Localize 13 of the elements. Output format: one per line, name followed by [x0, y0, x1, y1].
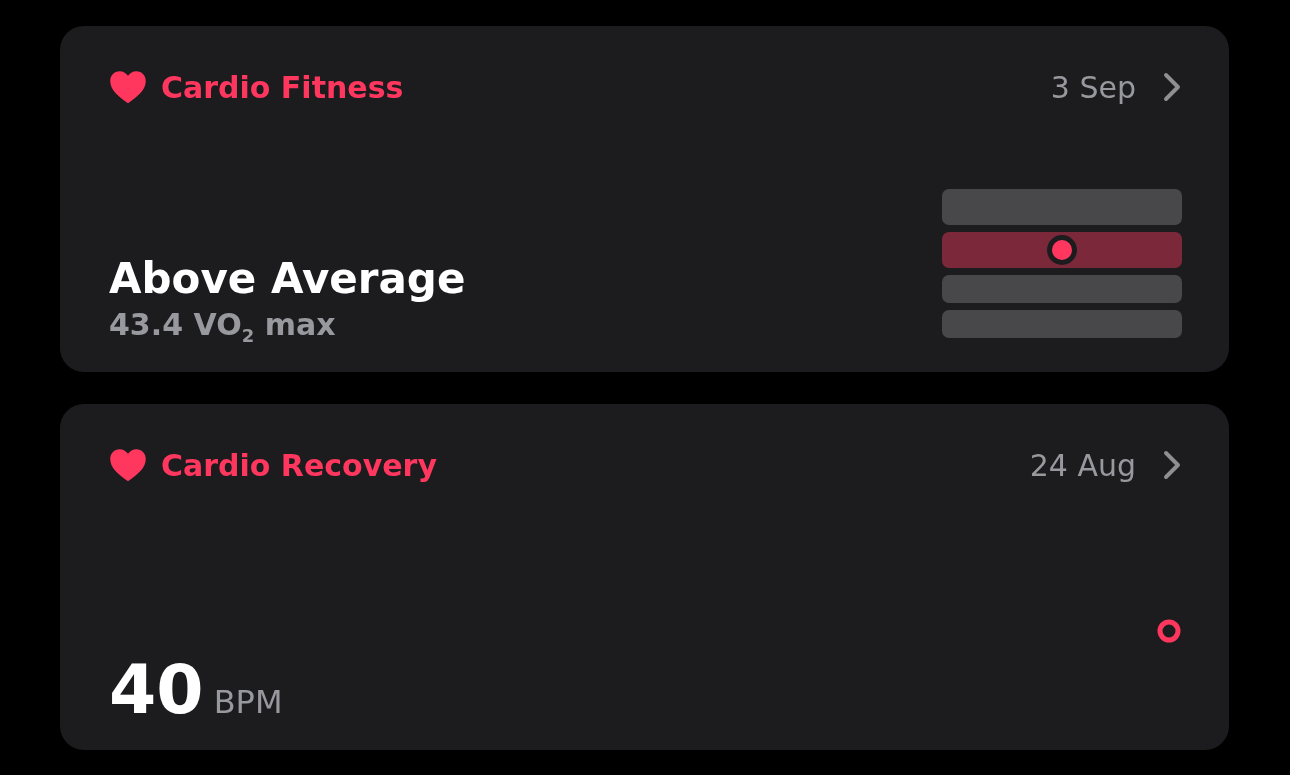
card-title: Cardio Recovery	[161, 447, 437, 483]
vo2-max-value: 43.4 VO$_{2}$ max	[109, 307, 337, 346]
date-label: 24 Aug	[1029, 447, 1136, 483]
recovery-value: 40	[109, 656, 204, 724]
fitness-level-text: Above Average	[109, 254, 466, 303]
unit-label: BPM	[213, 683, 283, 721]
chevron-right-icon	[1162, 72, 1182, 102]
heart-icon	[109, 448, 147, 482]
ring-marker-icon	[1156, 618, 1182, 644]
chevron-right-icon	[1162, 450, 1182, 480]
card-title: Cardio Fitness	[161, 69, 404, 105]
heart-icon	[109, 70, 147, 104]
date-label: 3 Sep	[1050, 69, 1136, 105]
